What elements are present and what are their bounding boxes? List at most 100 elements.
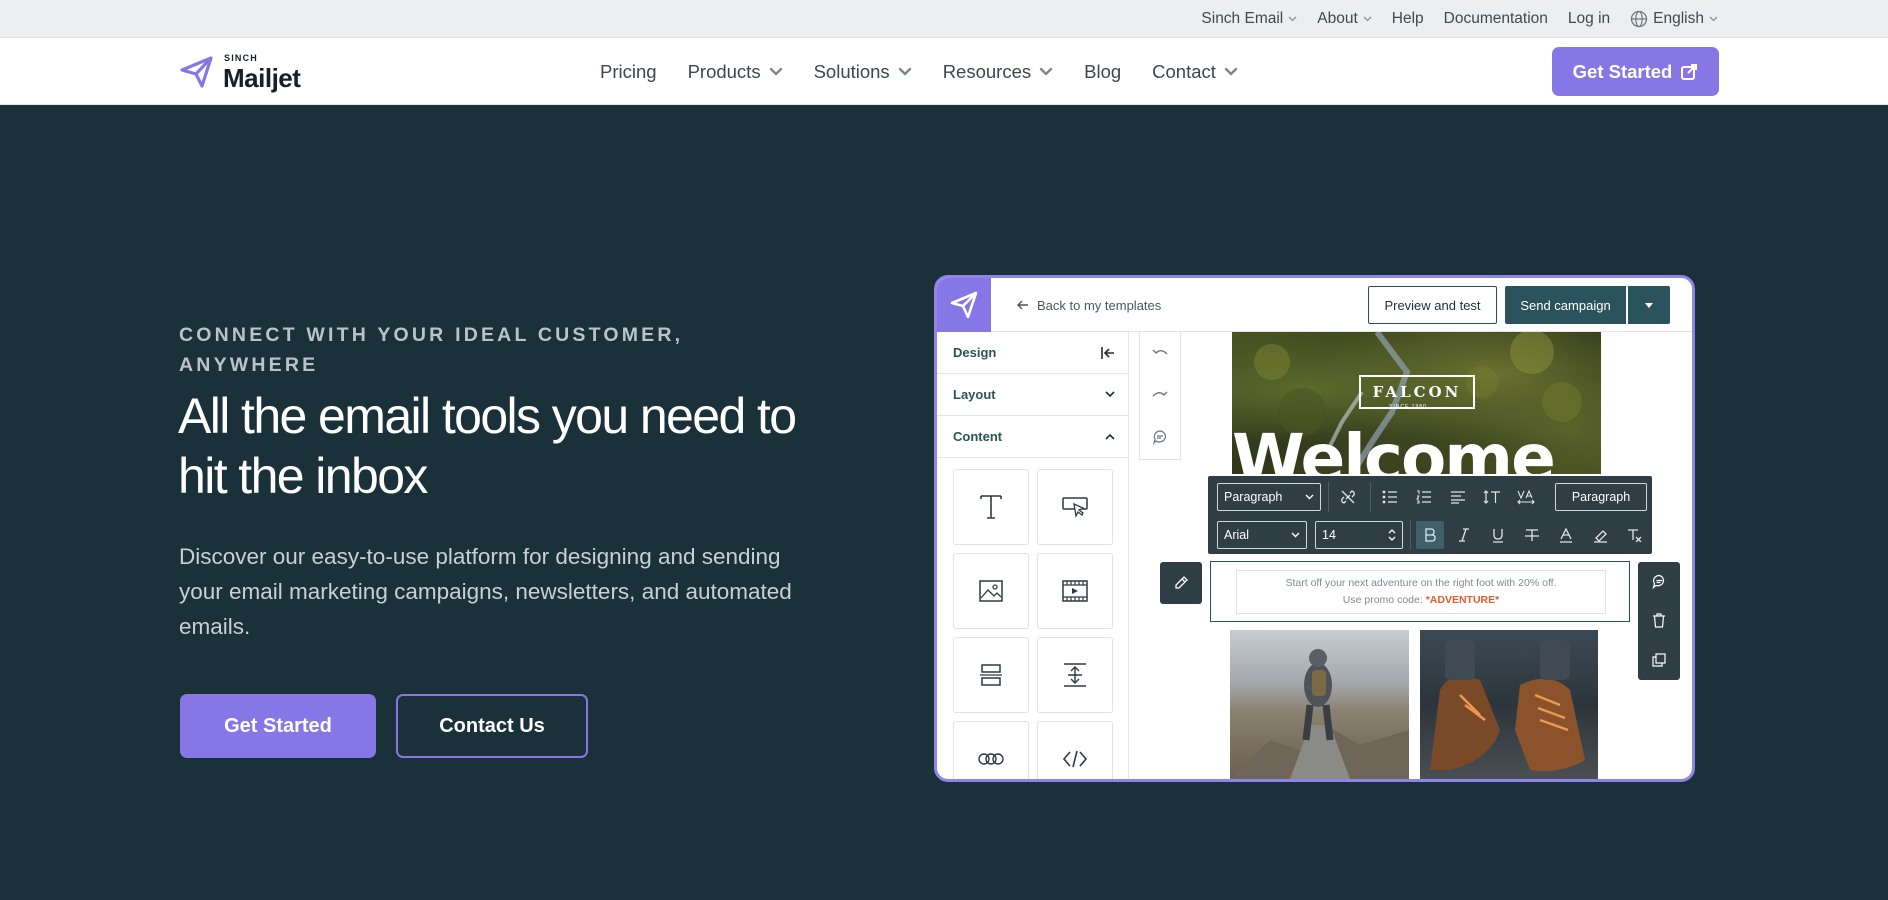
history-tool-column <box>1139 332 1181 460</box>
bullet-list-icon <box>1382 490 1397 504</box>
edit-block-button[interactable] <box>1160 562 1202 604</box>
chevron-down-icon <box>1305 494 1314 500</box>
arrow-left-icon <box>1017 300 1028 310</box>
back-to-templates-label: Back to my templates <box>1037 297 1162 313</box>
numbered-list-button[interactable] <box>1410 483 1438 511</box>
nav-link-pricing[interactable]: Pricing <box>600 61 657 83</box>
utility-link-label: Documentation <box>1443 10 1548 27</box>
unlink-button[interactable] <box>1334 483 1362 511</box>
editor-logo <box>937 278 991 332</box>
nav-link-blog[interactable]: Blog <box>1084 61 1121 83</box>
chevron-down-icon <box>898 67 911 76</box>
utility-link-english[interactable]: English <box>1630 10 1718 28</box>
highlight-button[interactable] <box>1586 521 1614 549</box>
comment-icon <box>1152 430 1166 445</box>
paper-plane-icon <box>950 291 978 319</box>
text-block-content: Start off your next adventure on the rig… <box>1236 570 1606 614</box>
collapse-left-icon <box>1101 346 1114 359</box>
hiker-photo <box>1230 630 1409 779</box>
send-campaign-dropdown[interactable] <box>1628 286 1670 324</box>
text-format-toolbar: Paragraph Paragraph Arial 14 <box>1208 476 1652 554</box>
image-block-tile[interactable] <box>953 553 1029 629</box>
duplicate-icon <box>1652 652 1666 667</box>
align-button[interactable] <box>1444 483 1472 511</box>
duplicate-block-button[interactable] <box>1638 640 1680 679</box>
nav-link-products[interactable]: Products <box>688 61 783 83</box>
text-block-tile[interactable] <box>953 469 1029 545</box>
comments-button[interactable] <box>1140 416 1180 458</box>
letter-spacing-button[interactable] <box>1512 483 1540 511</box>
spacer-block-tile[interactable] <box>1037 637 1113 713</box>
hero-eyebrow: CONNECT WITH YOUR IDEAL CUSTOMER, ANYWHE… <box>179 324 684 376</box>
underline-button[interactable] <box>1484 521 1512 549</box>
sidebar-section-design[interactable]: Design <box>937 332 1129 374</box>
nav-link-contact[interactable]: Contact <box>1152 61 1238 83</box>
font-size-value: 14 <box>1322 528 1336 542</box>
button-block-icon <box>1062 497 1088 518</box>
delete-block-button[interactable] <box>1638 601 1680 640</box>
nav-link-solutions[interactable]: Solutions <box>814 61 912 83</box>
strikethrough-button[interactable] <box>1518 521 1546 549</box>
nav-get-started-button[interactable]: Get Started <box>1552 47 1719 96</box>
sidebar-section-layout[interactable]: Layout <box>937 374 1129 416</box>
sidebar-section-content[interactable]: Content <box>937 416 1129 458</box>
mailjet-logo[interactable]: SINCH Mailjet <box>180 52 301 93</box>
pencil-icon <box>1175 576 1188 589</box>
utility-link-about[interactable]: About <box>1317 10 1372 28</box>
font-family-select[interactable]: Arial <box>1217 521 1307 549</box>
text-color-button[interactable] <box>1552 521 1580 549</box>
social-block-icon <box>978 753 1004 765</box>
hero-get-started-button[interactable]: Get Started <box>180 694 376 758</box>
clear-format-button[interactable] <box>1620 521 1648 549</box>
html-block-tile[interactable] <box>1037 721 1113 779</box>
sidebar-section-label: Design <box>953 345 997 360</box>
preview-and-test-button[interactable]: Preview and test <box>1368 286 1497 324</box>
paragraph-style-label: Paragraph <box>1571 490 1631 504</box>
utility-link-label: About <box>1317 10 1358 27</box>
comment-icon <box>1652 574 1664 589</box>
section-block-icon <box>980 664 1002 686</box>
undo-icon <box>1152 349 1168 355</box>
image-block-icon <box>979 580 1003 602</box>
text-block-icon <box>980 495 1002 519</box>
toolbar-divider <box>1328 482 1329 512</box>
chevron-up-icon <box>1105 433 1115 440</box>
nav-link-label: Blog <box>1084 60 1122 82</box>
utility-link-log-in[interactable]: Log in <box>1568 10 1610 28</box>
font-family-value: Arial <box>1224 528 1250 542</box>
line-height-button[interactable] <box>1478 483 1506 511</box>
redo-button[interactable] <box>1140 374 1180 416</box>
sidebar-section-label: Content <box>953 429 1003 444</box>
bold-button[interactable] <box>1416 521 1444 549</box>
editor-topbar: Back to my templates Preview and test Se… <box>937 278 1692 332</box>
undo-button[interactable] <box>1140 332 1180 374</box>
italic-button[interactable] <box>1450 521 1478 549</box>
hero-contact-us-button[interactable]: Contact Us <box>396 694 588 758</box>
social-block-tile[interactable] <box>953 721 1029 779</box>
main-nav: SINCH Mailjet Pricing Products Solutions Re… <box>0 38 1888 105</box>
bold-icon <box>1425 528 1436 542</box>
comment-block-button[interactable] <box>1638 562 1680 601</box>
bullet-list-button[interactable] <box>1376 483 1404 511</box>
button-block-tile[interactable] <box>1037 469 1113 545</box>
nav-link-label: Products <box>687 60 761 82</box>
section-block-tile[interactable] <box>953 637 1029 713</box>
underline-icon <box>1493 528 1503 543</box>
selected-text-block[interactable]: Start off your next adventure on the rig… <box>1210 561 1630 622</box>
utility-link-sinch-email[interactable]: Sinch Email <box>1201 10 1297 28</box>
paragraph-style-button[interactable]: Paragraph <box>1555 483 1647 511</box>
font-size-stepper[interactable]: 14 <box>1315 521 1403 549</box>
logo-sinch-text: SINCH <box>224 53 259 63</box>
spacer-block-icon <box>1064 663 1086 687</box>
italic-icon <box>1459 528 1469 542</box>
utility-link-label: Log in <box>1567 10 1611 27</box>
boots-photo <box>1420 630 1598 779</box>
send-campaign-button[interactable]: Send campaign <box>1505 286 1626 324</box>
utility-link-help[interactable]: Help <box>1392 10 1424 28</box>
utility-link-documentation[interactable]: Documentation <box>1444 10 1548 28</box>
video-block-tile[interactable] <box>1037 553 1113 629</box>
back-to-templates-link[interactable]: Back to my templates <box>1017 278 1161 332</box>
block-type-select[interactable]: Paragraph <box>1217 483 1321 511</box>
hero-headline: All the email tools you need to hit the … <box>178 388 797 504</box>
nav-link-resources[interactable]: Resources <box>943 61 1053 83</box>
